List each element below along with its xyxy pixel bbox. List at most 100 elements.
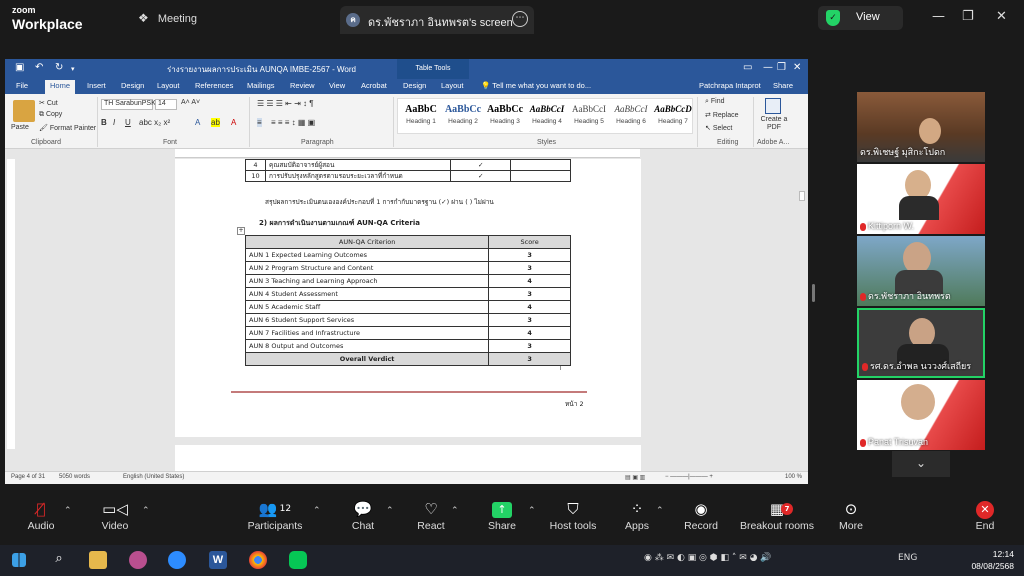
style-heading-2[interactable]: AaBbCc Heading 2 [442,101,484,125]
vertical-scrollbar[interactable] [796,149,808,471]
host-tools-button[interactable]: ⛉ Host tools [538,494,608,532]
share-screen-button[interactable]: ↑ Share [467,494,537,532]
grow-shrink-font-icon[interactable]: A˄ A˅ [181,99,200,106]
font-size-select[interactable]: 14 [155,99,177,110]
chevron-up-icon[interactable]: ⌃ [313,506,321,516]
chevron-up-icon[interactable]: ⌃ [656,506,664,516]
paste-button[interactable]: Paste [11,124,29,131]
replace-button[interactable]: ⇄ Replace [705,111,739,119]
paint-app-icon[interactable] [129,551,147,569]
file-explorer-icon[interactable] [89,551,107,569]
align-left-icon[interactable]: ≡ [257,118,262,127]
account-name[interactable]: Patchrapa Intaprot [699,81,761,90]
strikethrough-icon[interactable]: abc x₂ x² [139,118,170,127]
pdf-icon[interactable] [765,98,781,114]
zoom-app-icon[interactable] [168,551,186,569]
vertical-ruler[interactable] [7,159,15,449]
zoom-slider[interactable]: − ———|——— + [665,474,713,480]
undo-icon[interactable]: ↶ [35,62,43,73]
meeting-button[interactable]: ❖ Meeting [138,11,197,25]
save-icon[interactable]: ▣ [15,62,24,73]
chevron-up-icon[interactable]: ⌃ [142,506,150,516]
page-count[interactable]: Page 4 of 31 [11,474,45,480]
tab-acrobat[interactable]: Acrobat [361,81,387,90]
redo-icon[interactable]: ↻ [55,62,63,73]
select-button[interactable]: ↖ Select [705,124,732,132]
record-button[interactable]: ◉ Record [666,494,736,532]
chevron-up-icon[interactable]: ⌃ [451,506,459,516]
restore-icon[interactable]: ❐ [962,9,974,24]
tab-layout[interactable]: Layout [157,81,180,90]
word-minimize-icon[interactable]: — [763,62,773,73]
bold-icon[interactable]: B [101,118,107,127]
view-mode-icons[interactable]: ▤ ▣ ▥ [625,474,645,481]
font-color-icon[interactable]: A [231,118,236,127]
view-button[interactable]: ✓ View [818,6,903,30]
chrome-icon[interactable] [249,551,267,569]
video-button[interactable]: ▭◁ Video [80,494,150,532]
list-icons[interactable]: ☰ ☰ ☰ ⇤ ⇥ ↕ ¶ [257,99,314,108]
find-button[interactable]: ⌕ Find [705,98,725,106]
word-restore-icon[interactable]: ❐ [777,62,786,73]
word-close-icon[interactable]: ✕ [793,62,801,73]
highlight-icon[interactable]: ab [211,118,220,127]
underline-icon[interactable]: U [125,118,131,127]
splitter-handle[interactable] [812,284,815,302]
video-tile-active-speaker[interactable]: รศ.ดร.อำพล นววงศ์เสถียร [857,308,985,378]
customize-qat-icon[interactable]: ▾ [71,65,75,73]
tab-view[interactable]: View [329,81,345,90]
participants-button[interactable]: 👥 12 Participants [240,494,310,532]
tab-mailings[interactable]: Mailings [247,81,275,90]
video-tile[interactable]: Kittiporn W. [857,164,985,234]
tell-me-search[interactable]: 💡 Tell me what you want to do... [481,81,591,90]
cut-button[interactable]: ✂ Cut [39,99,58,107]
minimize-icon[interactable]: — [932,9,945,24]
style-heading-7[interactable]: AaBbCcD Heading 7 [652,101,694,125]
font-name-select[interactable]: TH SarabunPSK [101,99,156,110]
chevron-down-icon[interactable]: ⌄ [892,451,950,477]
more-button[interactable]: ⊙ More [816,494,886,532]
tab-design[interactable]: Design [121,81,144,90]
document-page[interactable]: 4 คุณสมบัติอาจารย์ผู้สอน ✓ 10 การปรับปรุ… [175,159,641,437]
windows-start-icon[interactable] [12,553,26,567]
chevron-up-icon[interactable]: ⌃ [64,506,72,516]
chevron-up-icon[interactable]: ⌃ [386,506,394,516]
tab-table-layout[interactable]: Layout [441,81,464,90]
word-app-icon[interactable]: W [209,551,227,569]
tab-table-design[interactable]: Design [403,81,426,90]
tab-review[interactable]: Review [290,81,315,90]
video-tile[interactable]: ดร.พัชราภา อินทพรต [857,236,985,306]
paste-icon[interactable] [13,100,35,122]
style-heading-3[interactable]: AaBbCc Heading 3 [484,101,526,125]
text-effects-icon[interactable]: A [195,118,200,127]
ribbon-options-icon[interactable]: ▭ [743,62,752,73]
language-status[interactable]: English (United States) [123,474,184,480]
line-app-icon[interactable] [289,551,307,569]
end-button[interactable]: ✕ End [950,494,1020,532]
share-button[interactable]: Share [773,81,793,90]
input-language[interactable]: ENG [898,553,917,563]
tab-home[interactable]: Home [45,80,76,94]
style-heading-5[interactable]: AaBbCcI Heading 5 [568,101,610,125]
zoom-level[interactable]: 100 % [785,474,802,480]
word-count[interactable]: 5050 words [59,474,90,480]
more-options-icon[interactable]: ⋯ [512,11,528,27]
shared-screen-tab[interactable]: ค ดร.พัชราภา อินทพรต's screen ⋯ [340,6,534,34]
style-heading-4[interactable]: AaBbCcI Heading 4 [526,101,568,125]
system-tray-icons[interactable]: ◉ ⁂ ✉ ◐ ▣ ◎ ⬢ ◧ ˄ ✉ ◕ 🔊 [644,553,772,563]
system-clock[interactable]: 12:14 08/08/2568 [971,548,1014,572]
style-heading-1[interactable]: AaBbC Heading 1 [400,101,442,125]
close-window-icon[interactable]: ✕ [996,9,1007,24]
table-move-handle-icon[interactable]: + [237,227,245,235]
tab-insert[interactable]: Insert [87,81,106,90]
scroll-thumb[interactable] [799,191,805,201]
style-heading-6[interactable]: AaBbCcI Heading 6 [610,101,652,125]
tab-references[interactable]: References [195,81,233,90]
video-tile[interactable]: ดร.พิเชษฐ์ มุสิกะโปดก [857,92,985,162]
format-painter-button[interactable]: 🖌 Format Painter [39,124,96,132]
align-icons[interactable]: ≡ ≡ ≡ ↕ ▦ ▣ [271,118,315,127]
copy-button[interactable]: ⧉ Copy [39,111,62,119]
chevron-up-icon[interactable]: ⌃ [528,506,536,516]
create-pdf-button[interactable]: Create a PDF [757,116,791,132]
horizontal-ruler[interactable] [175,149,640,158]
